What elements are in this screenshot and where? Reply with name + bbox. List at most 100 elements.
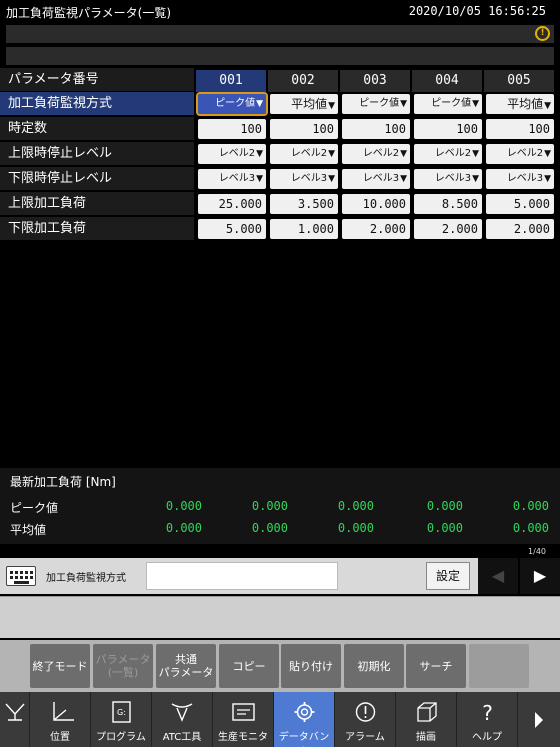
message-area [0,596,560,638]
next-page-button[interactable]: ▶ [520,558,560,594]
value-cell[interactable]: 3.500 [270,194,338,214]
dropdown-cell[interactable]: レベル2▼ [342,144,410,164]
dropdown-arrow-icon: ▼ [544,149,551,159]
dropdown-arrow-icon: ▼ [544,101,551,111]
dropdown-arrow-icon: ▼ [256,149,263,159]
dropdown-cell[interactable]: レベル3▼ [270,169,338,189]
average-value: 0.000 [512,521,549,535]
dropdown-cell[interactable]: レベル2▼ [486,144,554,164]
peak-value: 0.000 [251,499,288,513]
program-icon: G: [112,701,131,723]
dropdown-cell[interactable]: レベル3▼ [198,169,266,189]
table-row: 加工負荷監視方式 ピーク値▼ 平均値▼ ピーク値▼ ピーク値▼ 平均値▼ [0,92,560,116]
value-cell[interactable]: 2.000 [486,219,554,239]
average-value: 0.000 [426,521,463,535]
value-cell[interactable]: 100 [270,119,338,139]
peak-label: ピーク値 [10,501,59,515]
nav-alarm[interactable]: アラーム [335,692,396,747]
value-input[interactable] [146,562,338,590]
title-bar: 加工負荷監視パラメータ(一覧) 2020/10/05 16:56:25 [0,0,560,24]
row-label: 時定数 [0,117,194,141]
dropdown-cell[interactable]: レベル3▼ [342,169,410,189]
table-row: 時定数 100 100 100 100 100 [0,117,560,141]
prev-page-button[interactable]: ◀ [478,558,518,594]
common-parameter-button[interactable]: 共通 パラメータ [156,644,216,688]
average-value: 0.000 [337,521,374,535]
dropdown-arrow-icon: ▼ [400,149,407,159]
nav-position[interactable]: 位置 [30,692,91,747]
dropdown-cell[interactable]: ピーク値▼ [342,94,410,114]
nav-draw[interactable]: 描画 [396,692,457,747]
table-row: 上限時停止レベル レベル2▼ レベル2▼ レベル2▼ レベル2▼ レベル2▼ [0,142,560,166]
dropdown-arrow-icon: ▼ [472,174,479,184]
parameter-list-button[interactable]: パラメータ (一覧) [93,644,153,688]
screen-title: 加工負荷監視パラメータ(一覧) [6,6,172,20]
nav-atc-tool[interactable]: ATC工具 [152,692,213,747]
page-indicator: 1/40 [528,547,546,556]
nav-program[interactable]: G: プログラム [91,692,152,747]
machine-icon-button[interactable] [0,692,30,747]
value-cell[interactable]: 8.500 [414,194,482,214]
nav-data-bank[interactable]: データバンク [274,692,335,747]
value-cell[interactable]: 100 [342,119,410,139]
column-header[interactable]: 005 [484,70,554,92]
value-cell[interactable]: 100 [198,119,266,139]
value-cell[interactable]: 100 [414,119,482,139]
dropdown-arrow-icon: ▼ [472,99,479,109]
value-cell[interactable]: 10.000 [342,194,410,214]
copy-button[interactable]: コピー [219,644,279,688]
help-icon: ? [482,701,493,724]
nav-production-monitor[interactable]: 生産モニタ [213,692,274,747]
header-row: パラメータ番号 001 002 003 004 005 [0,68,560,92]
end-mode-button[interactable]: 終了モード [30,644,90,688]
value-cell[interactable]: 1.000 [270,219,338,239]
dropdown-arrow-icon: ▼ [328,101,335,111]
column-header[interactable]: 001 [196,70,266,92]
value-cell[interactable]: 5.000 [198,219,266,239]
row-label: 上限時停止レベル [0,142,194,166]
warning-icon[interactable]: ! [535,26,550,41]
dropdown-cell[interactable]: レベル2▼ [198,144,266,164]
dropdown-cell[interactable]: 平均値▼ [270,94,338,114]
search-button[interactable]: サーチ [406,644,466,688]
input-label: 加工負荷監視方式 [46,573,126,584]
dropdown-arrow-icon: ▼ [256,174,263,184]
nav-help[interactable]: ? ヘルプ [457,692,518,747]
dropdown-cell[interactable]: レベル3▼ [486,169,554,189]
monitor-icon [232,703,255,721]
keyboard-icon[interactable] [6,566,36,586]
value-cell[interactable]: 2.000 [342,219,410,239]
set-button[interactable]: 設定 [426,562,470,590]
tool-icon [171,703,193,722]
dropdown-cell[interactable]: レベル2▼ [414,144,482,164]
row-label: 加工負荷監視方式 [0,92,194,116]
svg-text:G:: G: [117,708,126,717]
initialize-button[interactable]: 初期化 [344,644,404,688]
input-bar: 加工負荷監視方式 設定 [0,558,478,594]
dropdown-arrow-icon: ▼ [472,149,479,159]
nav-more-button[interactable] [518,692,560,747]
dropdown-cell[interactable]: レベル2▼ [270,144,338,164]
dropdown-cell[interactable]: 平均値▼ [486,94,554,114]
alarm-icon [355,702,376,722]
empty-softkey[interactable] [469,644,529,688]
value-cell[interactable]: 2.000 [414,219,482,239]
table-row: 下限時停止レベル レベル3▼ レベル3▼ レベル3▼ レベル3▼ レベル3▼ [0,167,560,191]
peak-value: 0.000 [426,499,463,513]
peak-value: 0.000 [512,499,549,513]
paste-button[interactable]: 貼り付け [281,644,341,688]
dropdown-cell[interactable]: レベル3▼ [414,169,482,189]
column-header[interactable]: 002 [268,70,338,92]
value-cell[interactable]: 100 [486,119,554,139]
latest-load-title: 最新加工負荷 [Nm] [10,475,116,489]
value-cell[interactable]: 25.000 [198,194,266,214]
svg-text:?: ? [482,701,493,724]
softkey-row: 終了モード パラメータ (一覧) 共通 パラメータ コピー 貼り付け 初期化 サ… [0,640,560,692]
row-label: 上限加工負荷 [0,192,194,216]
dropdown-cell[interactable]: ピーク値▼ [414,94,482,114]
dropdown-cell[interactable]: ピーク値▼ [196,92,268,116]
table-row: 下限加工負荷 5.000 1.000 2.000 2.000 2.000 [0,217,560,241]
column-header[interactable]: 004 [412,70,482,92]
column-header[interactable]: 003 [340,70,410,92]
value-cell[interactable]: 5.000 [486,194,554,214]
